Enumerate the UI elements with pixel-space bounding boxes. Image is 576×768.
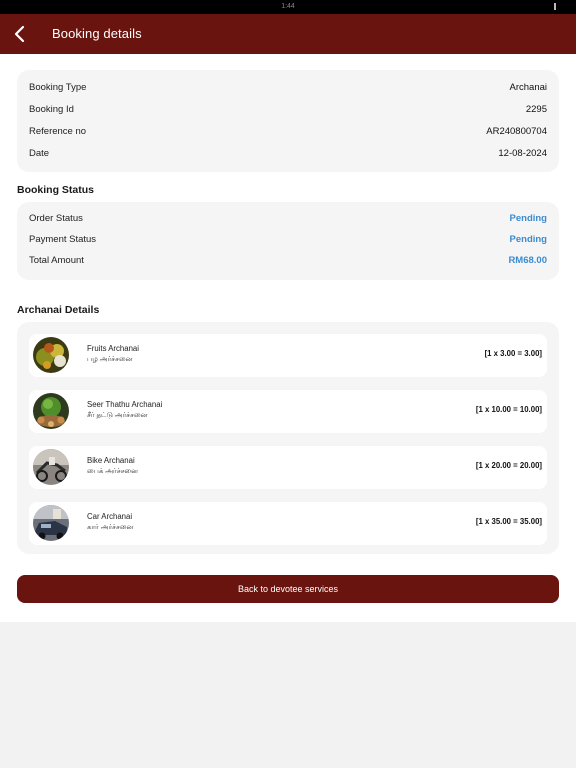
- item-tamil-name: சீர் தட்டு அர்ச்சனை: [87, 412, 148, 419]
- page-title: Booking details: [52, 26, 142, 41]
- item-name: Bike Archanai: [87, 456, 135, 465]
- booking-type-row: Booking Type Archanai: [29, 80, 547, 96]
- archanai-item: Car Archanai கார் அர்ச்சனை [1 x 35.00 = …: [29, 502, 547, 545]
- order-status-row: Order Status Pending: [29, 211, 547, 227]
- booking-content: Booking Type Archanai Booking Id 2295 Re…: [0, 54, 576, 622]
- booking-type-label: Booking Type: [29, 82, 87, 93]
- item-price: [1 x 10.00 = 10.00]: [475, 405, 542, 414]
- booking-id-value: 2295: [525, 104, 547, 115]
- archanai-details-card: Fruits Archanai பழ அர்ச்சனை [1 x 3.00 = …: [17, 322, 559, 554]
- order-status-value: Pending: [509, 213, 547, 224]
- total-amount-label: Total Amount: [29, 255, 84, 266]
- back-button[interactable]: [8, 22, 32, 46]
- booking-id-row: Booking Id 2295: [29, 102, 547, 118]
- total-amount-row: Total Amount RM68.00: [29, 253, 547, 269]
- date-value: 12-08-2024: [498, 148, 547, 159]
- item-price: [1 x 35.00 = 35.00]: [475, 517, 542, 526]
- payment-status-value: Pending: [509, 234, 547, 245]
- fruits-image: [33, 337, 69, 373]
- item-tamil-name: பைக் அர்ச்சனை: [87, 468, 138, 475]
- archanai-details-title: Archanai Details: [17, 304, 100, 316]
- payment-status-row: Payment Status Pending: [29, 232, 547, 248]
- archanai-item: Fruits Archanai பழ அர்ச்சனை [1 x 3.00 = …: [29, 334, 547, 377]
- booking-id-label: Booking Id: [29, 104, 74, 115]
- item-price: [1 x 3.00 = 3.00]: [484, 349, 542, 358]
- item-name: Car Archanai: [87, 512, 133, 521]
- bike-image: [33, 449, 69, 485]
- item-name: Seer Thathu Archanai: [87, 400, 163, 409]
- total-amount-value: RM68.00: [508, 255, 547, 266]
- battery-icon: [554, 3, 556, 10]
- car-image: [33, 505, 69, 541]
- item-tamil-name: பழ அர்ச்சனை: [87, 356, 133, 363]
- reference-no-value: AR240800704: [486, 126, 547, 137]
- seer-thathu-image: [33, 393, 69, 429]
- item-price: [1 x 20.00 = 20.00]: [475, 461, 542, 470]
- app-bar: Booking details: [0, 14, 576, 54]
- item-name: Fruits Archanai: [87, 344, 140, 353]
- booking-type-value: Archanai: [509, 82, 548, 93]
- booking-summary-card: Booking Type Archanai Booking Id 2295 Re…: [17, 70, 559, 172]
- item-tamil-name: கார் அர்ச்சனை: [87, 524, 134, 531]
- status-time: 1:44: [281, 3, 295, 10]
- reference-no-row: Reference no AR240800704: [29, 124, 547, 140]
- date-row: Date 12-08-2024: [29, 146, 547, 162]
- booking-status-card: Order Status Pending Payment Status Pend…: [17, 202, 559, 280]
- chevron-left-icon: [14, 25, 25, 43]
- date-label: Date: [29, 148, 50, 159]
- archanai-item: Seer Thathu Archanai சீர் தட்டு அர்ச்சனை…: [29, 390, 547, 433]
- back-to-devotee-services-button[interactable]: Back to devotee services: [17, 575, 559, 603]
- booking-status-title: Booking Status: [17, 184, 95, 196]
- order-status-label: Order Status: [29, 213, 83, 224]
- archanai-item: Bike Archanai பைக் அர்ச்சனை [1 x 20.00 =…: [29, 446, 547, 489]
- payment-status-label: Payment Status: [29, 234, 97, 245]
- reference-no-label: Reference no: [29, 126, 87, 137]
- status-bar: 1:44: [0, 0, 576, 14]
